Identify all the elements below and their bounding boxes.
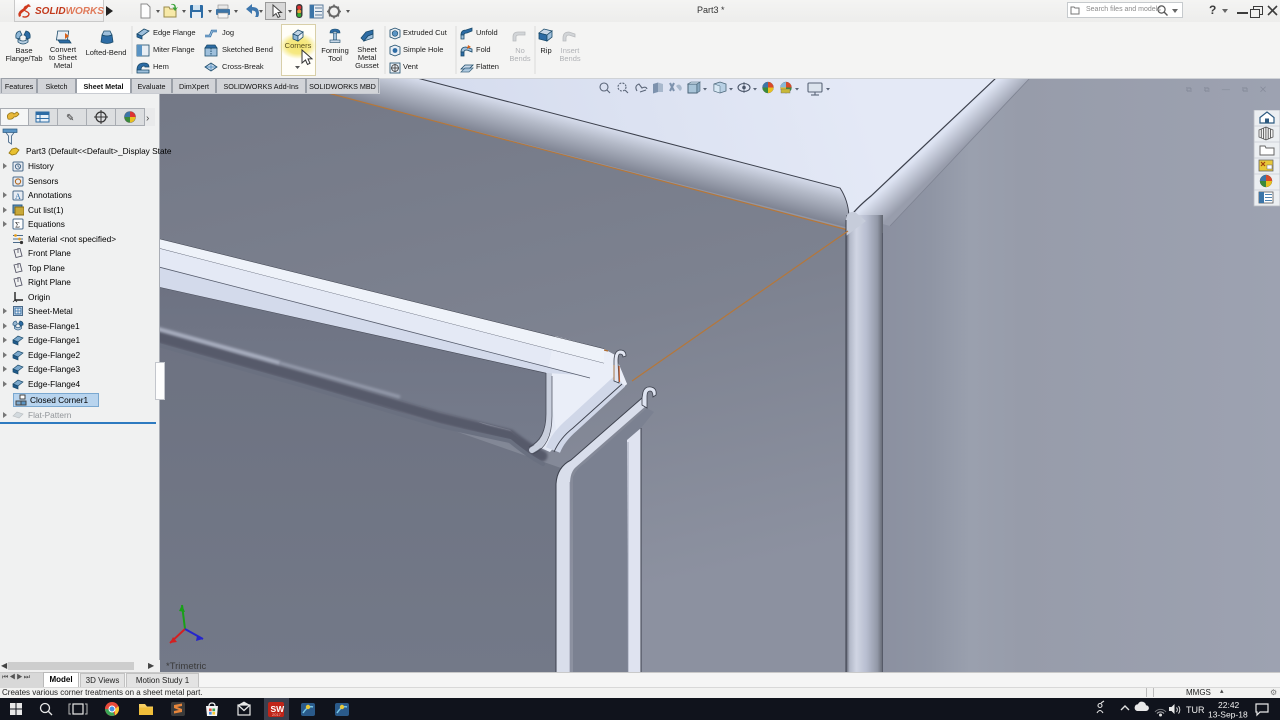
svg-text:13-Sep-18: 13-Sep-18 [1208,710,1248,720]
svg-text:22:42: 22:42 [1218,700,1240,710]
svg-text:›: › [146,113,149,124]
svg-text:2017: 2017 [272,712,282,717]
svg-text:A: A [15,192,21,201]
svg-text:*Trimetric: *Trimetric [166,661,207,672]
svg-text:✎: ✎ [66,113,74,124]
svg-text:TUR: TUR [1186,705,1205,715]
svg-text:Σ: Σ [15,220,20,230]
